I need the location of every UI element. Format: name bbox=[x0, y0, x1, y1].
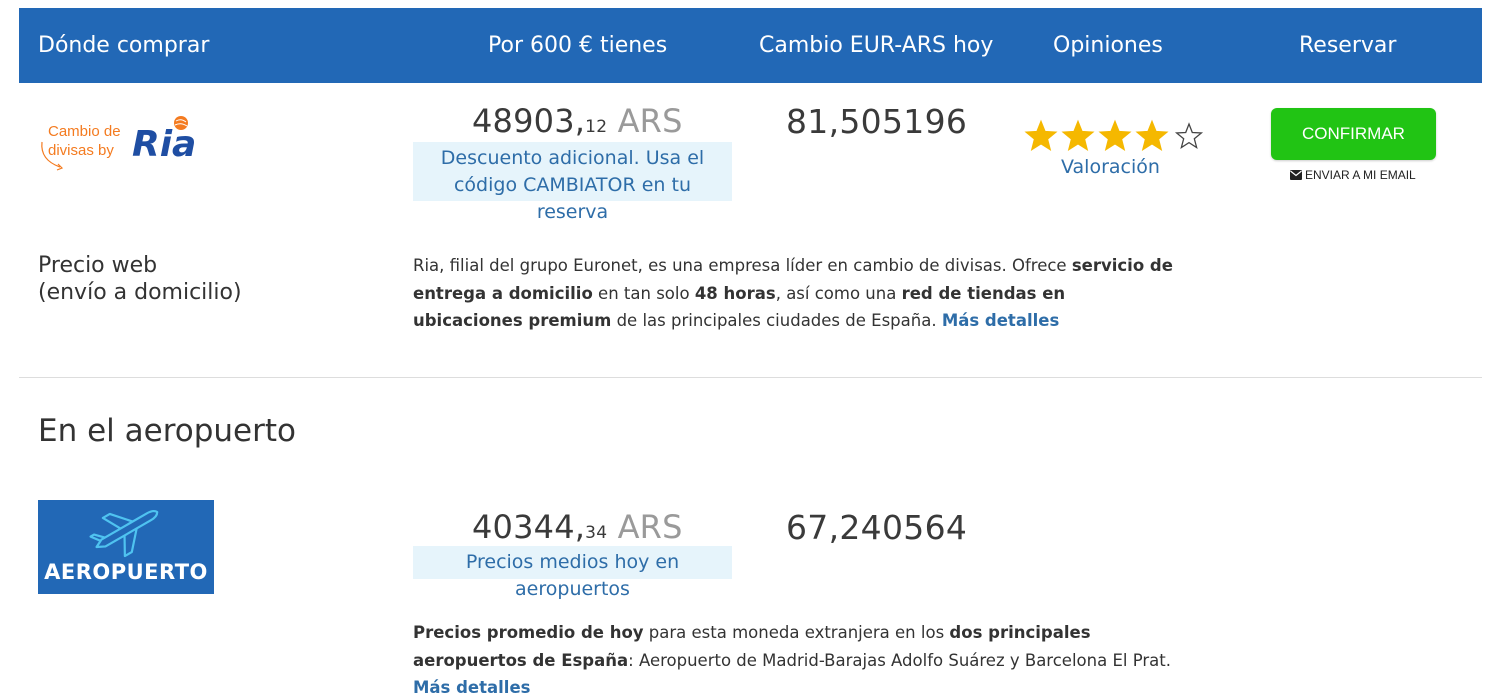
airport-desc-text: : Aeropuerto de Madrid-Barajas Adolfo Su… bbox=[628, 650, 1171, 670]
send-email-link[interactable]: ENVIAR A MI EMAIL bbox=[1290, 168, 1416, 182]
airport-description: Precios promedio de hoy para esta moneda… bbox=[413, 619, 1203, 699]
ria-amount-currency: ARS bbox=[607, 102, 683, 140]
ria-amount-decimals: 12 bbox=[585, 117, 608, 137]
airport-amount-integer: 40344, bbox=[472, 508, 586, 546]
ria-more-details-link[interactable]: Más detalles bbox=[942, 311, 1059, 330]
star-filled-icon bbox=[1135, 119, 1169, 152]
ria-amount: 48903,12 ARS bbox=[472, 102, 683, 140]
ria-promo-banner: Descuento adicional. Usa el código CAMBI… bbox=[413, 142, 732, 223]
airport-section-title: En el aeropuerto bbox=[38, 413, 296, 449]
airport-promo-banner: Precios medios hoy en aeropuertos bbox=[413, 546, 732, 600]
confirm-button[interactable]: CONFIRMAR bbox=[1271, 108, 1436, 160]
ria-desc-text: en tan solo bbox=[592, 283, 695, 303]
ria-desc-text: de las principales ciudades de España. bbox=[611, 311, 942, 330]
column-header-rate: Cambio EUR-ARS hoy bbox=[759, 33, 994, 58]
airport-amount: 40344,34 ARS bbox=[472, 508, 683, 546]
airport-logo-label: AEROPUERTO bbox=[44, 560, 208, 584]
airport-amount-currency: ARS bbox=[607, 508, 683, 546]
airport-more-details-link[interactable]: Más detalles bbox=[413, 678, 530, 697]
table-header: Dónde comprar Por 600 € tienes Cambio EU… bbox=[19, 8, 1482, 83]
column-header-amount: Por 600 € tienes bbox=[488, 33, 668, 58]
star-filled-icon bbox=[1061, 119, 1095, 152]
web-price-label-line1: Precio web bbox=[38, 253, 158, 278]
star-filled-icon bbox=[1024, 119, 1058, 152]
envelope-icon bbox=[1290, 170, 1302, 180]
airport-logo[interactable]: AEROPUERTO bbox=[38, 500, 214, 594]
column-header-reviews: Opiniones bbox=[1053, 33, 1163, 58]
airport-amount-decimals: 34 bbox=[585, 523, 608, 543]
star-filled-icon bbox=[1098, 119, 1132, 152]
ria-desc-text: , así como una bbox=[775, 283, 902, 303]
send-email-label: ENVIAR A MI EMAIL bbox=[1305, 168, 1416, 182]
ria-desc-bold: 48 horas bbox=[694, 283, 776, 303]
web-price-label: Precio web (envío a domicilio) bbox=[38, 252, 242, 306]
ria-desc-text: Ria, filial del grupo Euronet, es una em… bbox=[413, 256, 1072, 275]
airport-desc-text: para esta moneda extranjera en los bbox=[643, 623, 950, 642]
ria-rating-stars bbox=[1024, 118, 1209, 154]
ria-logo-text-line1: Cambio de bbox=[48, 123, 121, 140]
column-header-where: Dónde comprar bbox=[38, 33, 210, 58]
ria-amount-integer: 48903, bbox=[472, 102, 586, 140]
ria-logo[interactable]: Cambio de divisas by Ria bbox=[38, 112, 218, 176]
ria-description: Ria, filial del grupo Euronet, es una em… bbox=[413, 252, 1173, 335]
ria-logo-text-line2: divisas by bbox=[48, 142, 114, 159]
star-empty-icon bbox=[1174, 122, 1204, 149]
ria-logo-brand: Ria bbox=[132, 124, 196, 165]
ria-exchange-rate: 81,505196 bbox=[786, 102, 968, 141]
column-header-book: Reservar bbox=[1299, 33, 1397, 58]
airplane-icon bbox=[89, 509, 159, 558]
airport-desc-bold: Precios promedio de hoy bbox=[413, 623, 644, 642]
ria-rating-label[interactable]: Valoración bbox=[1061, 156, 1160, 178]
web-price-label-line2: (envío a domicilio) bbox=[38, 280, 242, 305]
airport-exchange-rate: 67,240564 bbox=[786, 508, 968, 547]
section-divider bbox=[19, 377, 1482, 378]
